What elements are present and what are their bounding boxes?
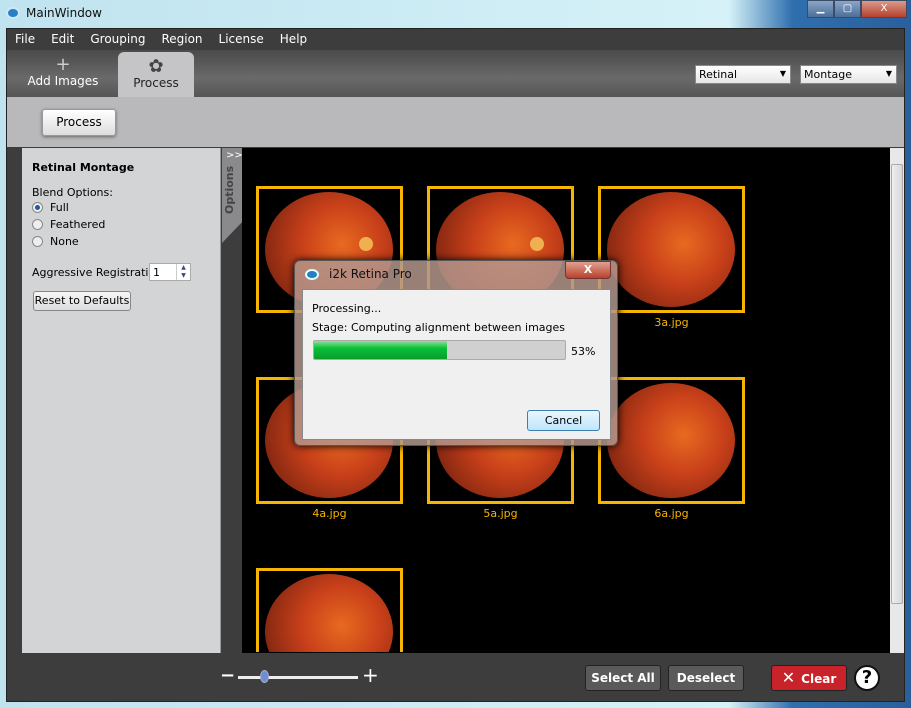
thumbnail-label: 6a.jpg <box>654 507 689 520</box>
plus-icon: + <box>55 54 71 75</box>
stage-text: Stage: Computing alignment between image… <box>312 321 566 334</box>
spin-arrows-icon[interactable]: ▲ ▼ <box>176 264 190 280</box>
window-title: MainWindow <box>26 6 102 20</box>
blend-full-radio[interactable]: Full <box>32 201 69 214</box>
image-thumbnail[interactable] <box>256 568 403 652</box>
help-icon[interactable]: ? <box>854 665 880 691</box>
zoom-slider[interactable] <box>238 676 358 679</box>
blend-feathered-radio[interactable]: Feathered <box>32 218 105 231</box>
tab-label: Add Images <box>27 74 99 88</box>
action-strip: Process <box>7 97 904 147</box>
vertical-scrollbar[interactable] <box>890 148 904 653</box>
progress-fill <box>314 341 448 359</box>
image-thumbnail[interactable] <box>598 186 745 313</box>
reset-defaults-button[interactable]: Reset to Defaults <box>33 291 131 311</box>
menu-file[interactable]: File <box>13 29 43 50</box>
menu-edit[interactable]: Edit <box>49 29 82 50</box>
dialog-body: Processing... Stage: Computing alignment… <box>302 289 611 440</box>
maximize-button[interactable]: ▢ <box>834 0 861 18</box>
toolbar: + Add Images ✿ Process Retinal Montage <box>7 50 904 97</box>
mode-select[interactable]: Montage <box>800 65 897 84</box>
menu-license[interactable]: License <box>217 29 272 50</box>
deselect-button[interactable]: Deselect <box>668 665 744 691</box>
app-eye-icon <box>6 7 20 19</box>
thumbnail-label: 3a.jpg <box>654 316 689 329</box>
tab-label: Process <box>133 76 179 90</box>
thumbnail-label: 5a.jpg <box>483 507 518 520</box>
aggressive-registration-label: Aggressive Registration: <box>32 266 166 279</box>
zoom-out-icon[interactable]: − <box>220 665 235 686</box>
panel-title: Retinal Montage <box>32 161 135 174</box>
menu-region[interactable]: Region <box>159 29 210 50</box>
options-tab[interactable]: >> Options <box>222 148 242 243</box>
bottom-bar: − + Select All Deselect ✕ Clear ? <box>7 653 904 701</box>
image-thumbnail[interactable] <box>598 377 745 504</box>
progress-bar <box>313 340 566 360</box>
app-eye-icon <box>305 269 319 280</box>
minimize-button[interactable]: ▁ <box>807 0 834 18</box>
optic-disc <box>530 237 544 251</box>
close-button[interactable]: X <box>861 0 907 18</box>
cancel-button[interactable]: Cancel <box>527 410 600 431</box>
radio-label: Full <box>50 201 69 214</box>
select-all-button[interactable]: Select All <box>585 665 661 691</box>
progress-percent: 53% <box>571 345 596 358</box>
aggressive-registration-spinbox[interactable]: 1 ▲ ▼ <box>149 263 191 281</box>
scroll-thumb[interactable] <box>891 164 903 604</box>
status-text: Processing... <box>312 302 382 315</box>
process-button[interactable]: Process <box>42 109 116 136</box>
optic-disc <box>359 237 373 251</box>
options-tab-label: Options <box>223 165 236 214</box>
menu-help[interactable]: Help <box>278 29 315 50</box>
x-icon: ✕ <box>781 668 796 687</box>
clear-label: Clear <box>801 672 837 686</box>
retina-image <box>265 574 393 652</box>
options-panel: Retinal Montage Blend Options: Full Feat… <box>22 148 221 653</box>
type-select[interactable]: Retinal <box>695 65 791 84</box>
menu-grouping[interactable]: Grouping <box>88 29 153 50</box>
tab-process[interactable]: ✿ Process <box>118 52 194 97</box>
radio-label: None <box>50 235 79 248</box>
thumbnail-label: 4a.jpg <box>312 507 347 520</box>
blend-none-radio[interactable]: None <box>32 235 79 248</box>
title-bar: MainWindow ▁ ▢ X <box>0 0 911 28</box>
menu-bar: File Edit Grouping Region License Help <box>7 29 904 50</box>
zoom-in-icon[interactable]: + <box>362 663 379 687</box>
blend-options-label: Blend Options: <box>32 186 113 199</box>
tab-add-images[interactable]: + Add Images <box>21 56 105 101</box>
radio-label: Feathered <box>50 218 106 231</box>
zoom-slider-handle[interactable] <box>260 670 269 683</box>
dialog-close-button[interactable]: X <box>565 261 611 279</box>
retina-image <box>607 192 735 307</box>
clear-button[interactable]: ✕ Clear <box>771 665 847 691</box>
retina-image <box>607 383 735 498</box>
gear-icon: ✿ <box>148 56 164 77</box>
spin-value: 1 <box>153 266 160 279</box>
dialog-title: i2k Retina Pro <box>329 267 412 281</box>
progress-dialog: i2k Retina Pro X Processing... Stage: Co… <box>294 260 618 446</box>
